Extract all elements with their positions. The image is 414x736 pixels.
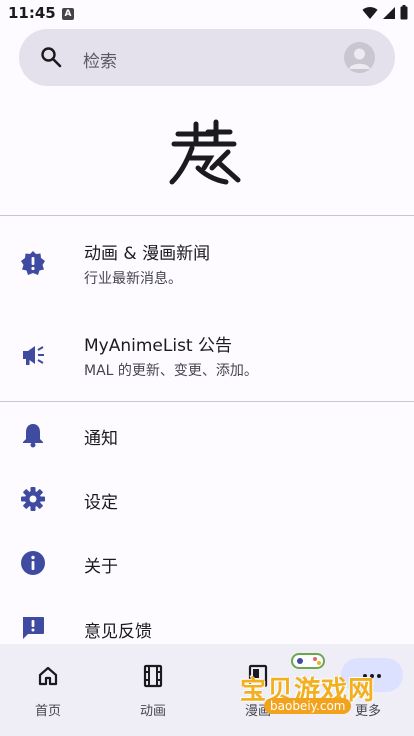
info-icon <box>21 551 45 575</box>
menu-item-settings[interactable]: 设定 <box>0 474 414 524</box>
status-time: 11:45 <box>8 4 56 22</box>
alert-badge-icon <box>21 251 45 275</box>
avatar[interactable] <box>344 42 375 73</box>
news-item-anime-manga[interactable]: 动画 & 漫画新闻 行业最新消息。 <box>0 228 414 300</box>
nav-home[interactable]: 首页 <box>3 644 93 736</box>
battery-icon <box>400 5 408 20</box>
menu-item-label: 设定 <box>84 493 118 513</box>
status-bar: 11:45 A <box>0 0 414 28</box>
search-placeholder[interactable]: 检索 <box>83 47 117 72</box>
sim-badge: A <box>62 8 74 20</box>
divider-top <box>0 215 414 216</box>
film-icon <box>143 664 163 688</box>
user-avatar-icon <box>349 48 370 69</box>
wifi-icon <box>362 6 378 19</box>
gear-icon <box>21 487 45 511</box>
home-icon <box>38 666 58 686</box>
nav-anime[interactable]: 动画 <box>108 644 198 736</box>
news-item-subtitle: MAL 的更新、变更、添加。 <box>84 363 258 379</box>
menu-item-feedback[interactable]: 意见反馈 <box>0 602 414 644</box>
news-item-subtitle: 行业最新消息。 <box>84 271 182 287</box>
search-icon[interactable] <box>39 45 63 69</box>
menu-item-label: 意见反馈 <box>84 622 152 642</box>
news-item-title: MyAnimeList 公告 <box>84 336 232 356</box>
status-icons <box>362 5 408 20</box>
menu-item-label: 通知 <box>84 429 118 449</box>
megaphone-icon <box>23 346 44 365</box>
app-logo <box>169 119 241 185</box>
news-item-title: 动画 & 漫画新闻 <box>84 244 211 264</box>
menu-item-about[interactable]: 关于 <box>0 538 414 588</box>
watermark: 宝贝游戏网 baobeiy.com <box>238 650 398 730</box>
signal-icon <box>383 6 395 19</box>
search-bar[interactable]: 检索 <box>19 29 395 86</box>
nav-label: 首页 <box>34 704 61 719</box>
divider-middle <box>0 401 414 402</box>
feedback-icon <box>23 617 44 639</box>
news-item-mal-announcements[interactable]: MyAnimeList 公告 MAL 的更新、变更、添加。 <box>0 320 414 392</box>
bell-icon <box>23 424 43 448</box>
watermark-url: baobeiy.com <box>264 698 352 714</box>
nav-label: 动画 <box>139 704 166 719</box>
gamepad-icon <box>291 653 325 669</box>
menu-item-notifications[interactable]: 通知 <box>0 410 414 460</box>
menu-item-label: 关于 <box>84 557 118 577</box>
